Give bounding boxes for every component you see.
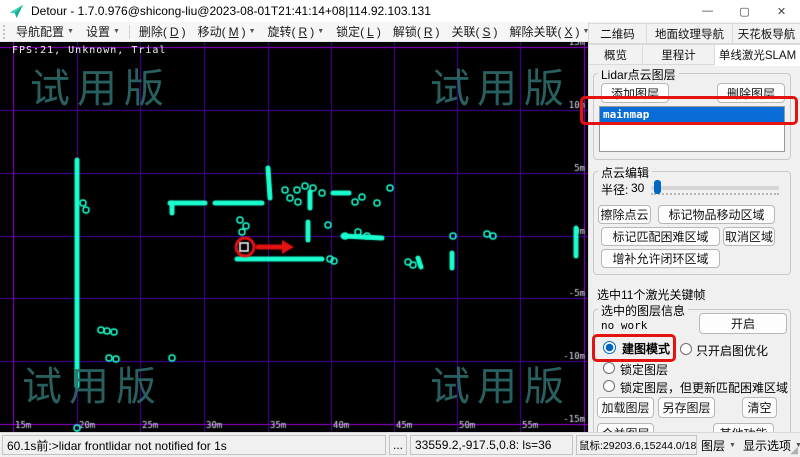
mark-movable-area-button[interactable]: 标记物品移动区域 [658,205,775,224]
close-button[interactable]: ✕ [763,0,800,22]
radio-graph-opt-only[interactable] [680,343,692,355]
status-message: 60.1s前:>lidar frontlidar not notified fo… [2,435,386,455]
radius-slider-track[interactable] [651,186,779,190]
tab-里程计[interactable]: 里程计 [643,44,715,65]
status-pose: 33559.2,-917.5,0.8: ls=36 [410,435,573,455]
menu-item-导航配置[interactable]: 导航配置 ▼ [10,21,80,42]
menu-separator [129,25,130,39]
chevron-down-icon: ▼ [729,442,736,449]
erase-points-button[interactable]: 擦除点云 [598,205,651,224]
radio-lock-layer-label[interactable]: 锁定图层 [620,361,668,378]
radio-graph-opt-only-label[interactable]: 只开启图优化 [696,342,768,359]
tab-二维码[interactable]: 二维码 [589,23,647,44]
layer-listbox: mainmap [599,106,785,152]
cancel-area-button[interactable]: 取消区域 [723,227,775,246]
chevron-down-icon: ▼ [113,28,120,35]
delete-layer-button[interactable]: 删除图层 [717,83,785,103]
add-loop-closure-area-button[interactable]: 增补允许闭环区域 [601,249,720,268]
chevron-down-icon: ▼ [317,28,324,35]
other-functions-button[interactable]: 其他功能 [713,423,774,432]
radio-lock-layer-update-area[interactable] [603,380,615,392]
resize-grip-icon[interactable]: ◢ [790,445,798,456]
tab-天花板导航[interactable]: 天花板导航 [733,23,800,44]
menu-item-移动(M)[interactable]: 移动(M) ▼ [192,21,262,42]
merge-layer-button[interactable]: 合并图层 [597,423,654,432]
map-canvas[interactable] [0,42,588,432]
window-title: Detour - 1.7.0.976@shicong-liu@2023-08-0… [31,4,431,18]
load-layer-button[interactable]: 加载图层 [597,397,654,418]
start-button[interactable]: 开启 [699,313,787,334]
menu-item-旋转(R)[interactable]: 旋转(R) ▼ [262,21,331,42]
radius-slider-handle[interactable] [654,180,661,194]
save-as-layer-button[interactable]: 另存图层 [658,397,715,418]
minimize-button[interactable]: — [689,0,726,22]
menu-item-解锁(R)[interactable]: 解锁(R) [387,21,446,42]
menu-item-设置[interactable]: 设置 ▼ [80,21,126,42]
pointcloud-edit-group-title: 点云编辑 [598,164,652,181]
app-logo-icon [9,4,24,19]
layer-info-group-title: 选中的图层信息 [598,302,688,319]
add-layer-button[interactable]: 添加图层 [601,83,669,103]
menu-item-删除(D)[interactable]: 删除(D) [133,21,192,42]
selected-keyframes-text: 选中11个激光关键帧 [597,286,705,303]
menu-item-解除关联(X)[interactable]: 解除关联(X) ▼ [504,21,596,42]
radius-label: 半径: [601,181,628,198]
maximize-button[interactable]: ▢ [726,0,763,22]
layer-list-item-mainmap[interactable]: mainmap [600,107,784,123]
work-status-text: no work [601,319,647,332]
tab-概览[interactable]: 概览 [589,44,643,65]
display-options-label: 显示选项 [743,437,791,454]
lidar-layers-group-title: Lidar点云图层 [598,66,679,83]
radius-slider-ticks [651,193,779,195]
clear-button[interactable]: 清空 [742,397,777,418]
layer-dropdown-label: 图层 [701,437,725,454]
menu-item-关联(S)[interactable]: 关联(S) [445,21,503,42]
title-bar: Detour - 1.7.0.976@shicong-liu@2023-08-0… [0,0,800,22]
radio-mapping-mode-label[interactable]: 建图模式 [622,340,670,357]
chevron-down-icon: ▼ [249,28,256,35]
status-more-button[interactable]: ... [389,435,407,455]
radio-mapping-mode[interactable] [603,341,616,354]
radius-value: 30 [631,181,644,195]
tab-单线激光SLAM[interactable]: 单线激光SLAM [715,44,800,66]
radio-lock-layer-update-area-label[interactable]: 锁定图层，但更新匹配困难区域 [620,379,788,396]
menu-bar: 导航配置 ▼设置 ▼ 删除(D)移动(M) ▼旋转(R) ▼锁定(L)解锁(R)关… [0,22,588,42]
status-mouse-coords: 鼠标:29203.6,15244.0/188 [576,435,697,455]
layer-dropdown[interactable]: 图层 ▼ [701,435,736,455]
chevron-down-icon: ▼ [67,28,74,35]
menu-item-锁定(L)[interactable]: 锁定(L) [330,21,387,42]
mark-hard-match-area-button[interactable]: 标记匹配困难区域 [601,227,720,246]
right-panel: 二维码地面纹理导航天花板导航 概览里程计单线激光SLAM Lidar点云图层 添… [588,22,800,432]
radio-lock-layer[interactable] [603,362,615,374]
tab-地面纹理导航[interactable]: 地面纹理导航 [647,23,733,44]
status-bar: 60.1s前:>lidar frontlidar not notified fo… [0,432,800,457]
toolbar-grip[interactable] [3,25,5,39]
